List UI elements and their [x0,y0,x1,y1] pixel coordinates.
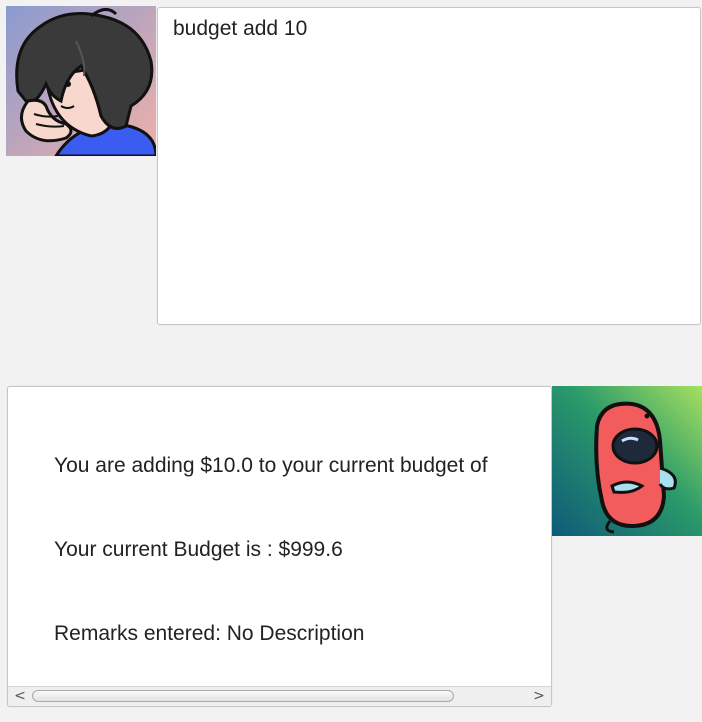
scroll-right-icon[interactable]: > [529,687,549,706]
user-avatar [6,6,156,156]
bot-avatar [552,386,702,536]
bot-message-bubble: You are adding $10.0 to your current bud… [7,386,552,707]
user-avatar-icon [6,6,156,156]
scrollbar-thumb[interactable] [32,690,454,702]
user-message-bubble: budget add 10 [157,7,701,325]
bot-avatar-icon [552,386,702,536]
scroll-left-icon[interactable]: < [10,687,30,706]
bot-message-line: Your current Budget is : $999.6 [54,538,343,561]
user-message-text: budget add 10 [173,17,308,40]
bot-message-line: You are adding $10.0 to your current bud… [54,454,488,477]
bot-message-text: You are adding $10.0 to your current bud… [54,396,488,704]
horizontal-scrollbar[interactable]: < > [8,686,551,706]
bot-message-line: Remarks entered: No Description [54,622,365,645]
